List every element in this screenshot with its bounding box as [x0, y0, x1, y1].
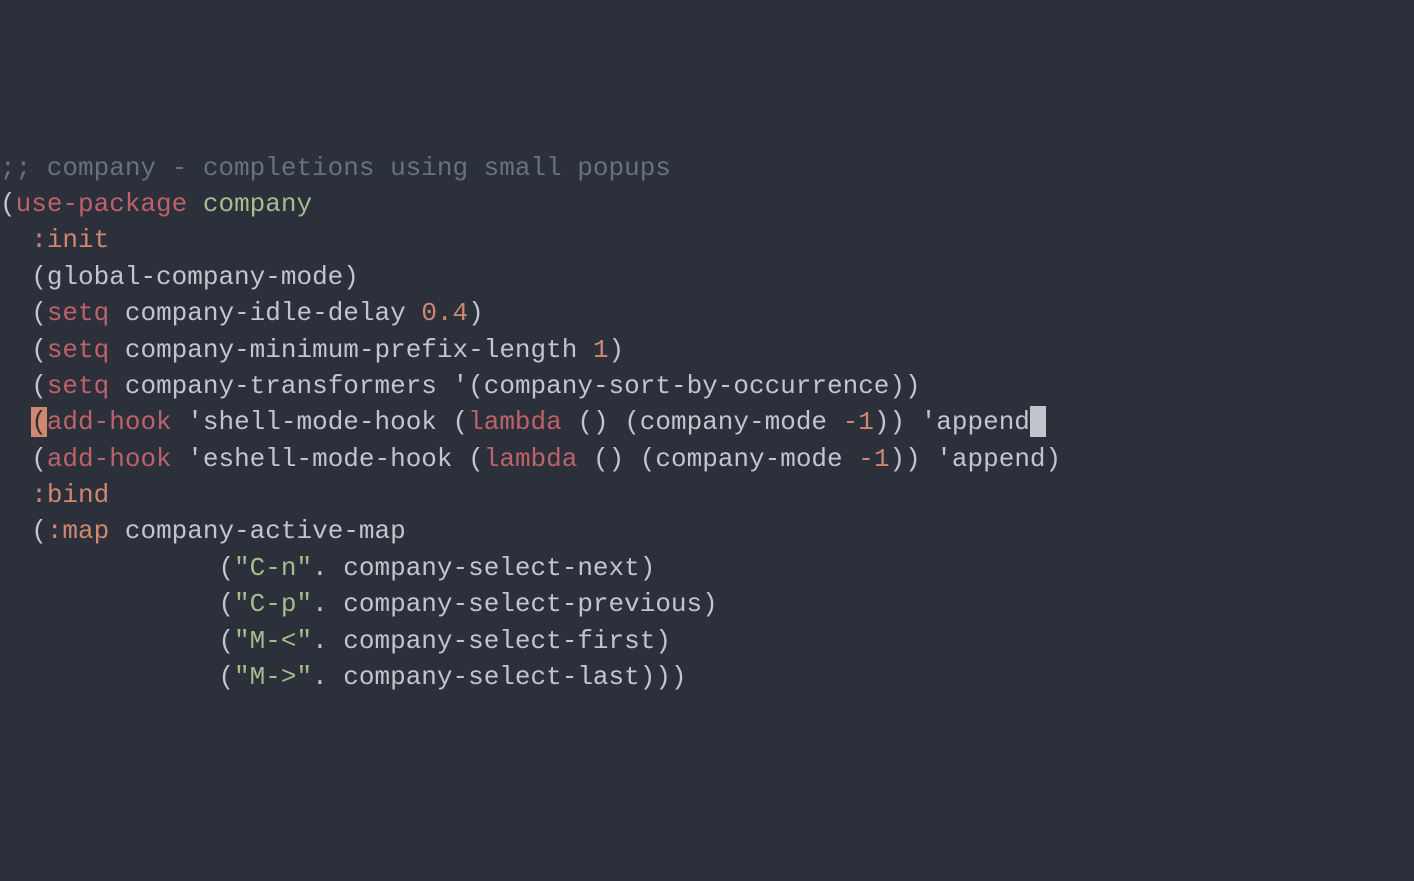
string-literal: "M->": [234, 662, 312, 692]
global-company-mode: global-company-mode: [47, 262, 343, 292]
setq-fn: setq: [47, 298, 109, 328]
number-literal: 0.4: [421, 298, 468, 328]
string-literal: "M-<": [234, 626, 312, 656]
code-line: ("C-p". company-select-previous): [0, 586, 1414, 622]
number-literal: 1: [593, 335, 609, 365]
code-line: ;; company - completions using small pop…: [0, 150, 1414, 186]
code-line: ("C-n". company-select-next): [0, 550, 1414, 586]
paren-open: (: [0, 189, 16, 219]
code-line: (use-package company: [0, 186, 1414, 222]
setq-fn: setq: [47, 335, 109, 365]
package-name: company: [203, 189, 312, 219]
code-editor[interactable]: ;; company - completions using small pop…: [0, 150, 1414, 696]
code-line: :bind: [0, 477, 1414, 513]
add-hook-fn: add-hook: [47, 407, 172, 437]
init-keyword: :init: [31, 225, 109, 255]
map-keyword: :map: [47, 516, 109, 546]
code-line: (:map company-active-map: [0, 513, 1414, 549]
setq-fn: setq: [47, 371, 109, 401]
code-line: ("M->". company-select-last))): [0, 659, 1414, 695]
code-line: (add-hook 'shell-mode-hook (lambda () (c…: [0, 404, 1414, 440]
code-line: (global-company-mode): [0, 259, 1414, 295]
lambda-fn: lambda: [484, 444, 578, 474]
code-line: :init: [0, 222, 1414, 258]
code-line: ("M-<". company-select-first): [0, 623, 1414, 659]
code-line: (setq company-transformers '(company-sor…: [0, 368, 1414, 404]
add-hook-fn: add-hook: [47, 444, 172, 474]
code-line: (setq company-idle-delay 0.4): [0, 295, 1414, 331]
bind-keyword: :bind: [31, 480, 109, 510]
code-line: (add-hook 'eshell-mode-hook (lambda () (…: [0, 441, 1414, 477]
matched-paren-highlight: (: [31, 407, 47, 437]
text-cursor: [1030, 406, 1046, 437]
code-line: (setq company-minimum-prefix-length 1): [0, 332, 1414, 368]
string-literal: "C-p": [234, 589, 312, 619]
use-package-fn: use-package: [16, 189, 188, 219]
lambda-fn: lambda: [468, 407, 562, 437]
comment: ;; company - completions using small pop…: [0, 153, 671, 183]
string-literal: "C-n": [234, 553, 312, 583]
